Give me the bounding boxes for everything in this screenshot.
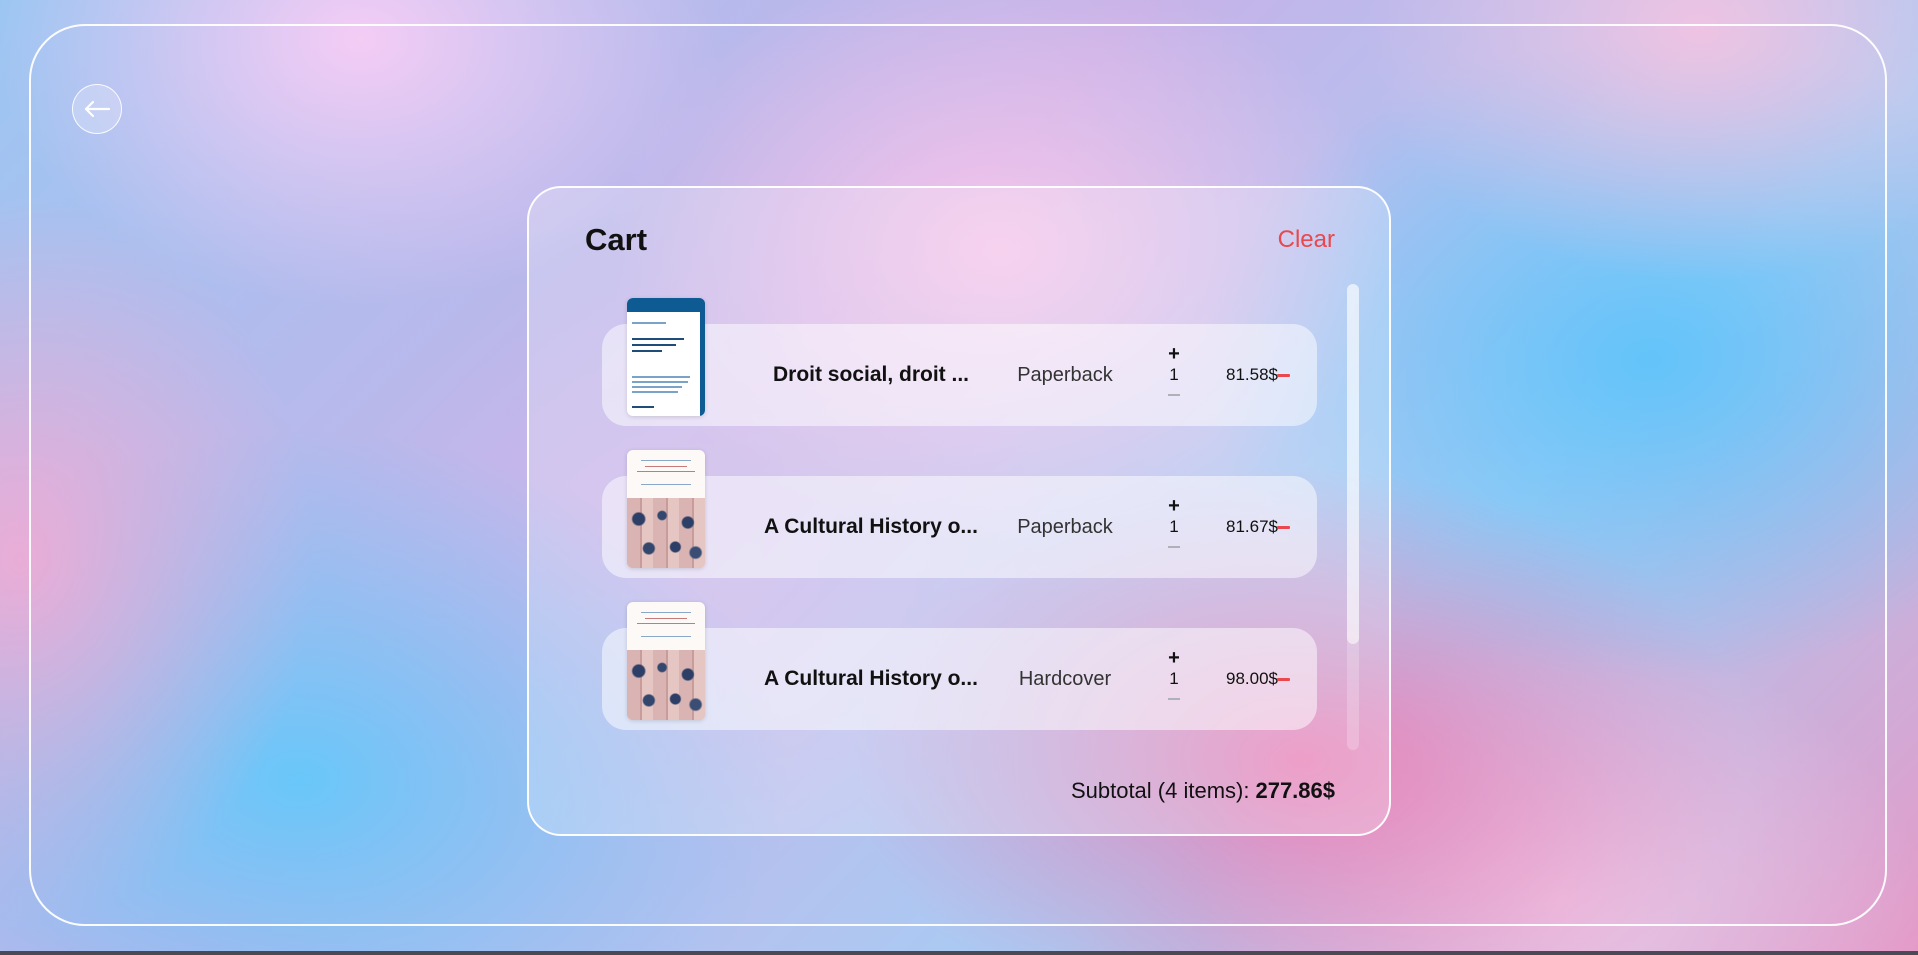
increase-quantity-button[interactable]: + — [1164, 648, 1184, 668]
minus-icon — [1276, 373, 1290, 377]
back-button[interactable] — [72, 84, 122, 134]
item-format: Paperback — [1017, 364, 1113, 386]
increase-quantity-button[interactable]: + — [1164, 496, 1184, 516]
remove-item-button[interactable] — [1272, 516, 1294, 538]
book-cover-image — [627, 450, 705, 568]
subtotal-label: Subtotal (4 items): — [1070, 778, 1250, 803]
item-format: Hardcover — [1018, 668, 1112, 690]
cart-item: Droit social, droit ... Paperback + 1 81… — [602, 298, 1317, 426]
item-title[interactable]: A Cultural History o... — [752, 476, 990, 578]
remove-item-button[interactable] — [1272, 668, 1294, 690]
item-title[interactable]: Droit social, droit ... — [752, 324, 990, 426]
book-cover-image — [627, 602, 705, 720]
decrease-quantity-button[interactable] — [1168, 698, 1180, 700]
item-price: 81.58$ — [1226, 365, 1278, 384]
item-price: 81.67$ — [1226, 517, 1278, 536]
cart-panel: Cart Clear Droit social, droit ... Paper… — [527, 186, 1391, 836]
increase-quantity-button[interactable]: + — [1164, 344, 1184, 364]
remove-item-button[interactable] — [1272, 364, 1294, 386]
minus-icon — [1276, 677, 1290, 681]
cart-title: Cart — [585, 222, 648, 257]
scrollbar-thumb[interactable] — [1347, 284, 1359, 644]
cart-scrollbar[interactable] — [1347, 284, 1359, 750]
item-quantity: 1 — [1169, 517, 1179, 536]
decrease-quantity-button[interactable] — [1168, 546, 1180, 548]
decrease-quantity-button[interactable] — [1168, 394, 1180, 396]
minus-icon — [1276, 525, 1290, 529]
item-quantity: 1 — [1169, 365, 1179, 384]
subtotal-amount: 277.86$ — [1255, 778, 1335, 803]
cart-item: A Cultural History o... Hardcover + 1 98… — [602, 602, 1317, 730]
book-cover-image — [627, 298, 705, 416]
item-format: Paperback — [1017, 516, 1113, 538]
cart-item: A Cultural History o... Paperback + 1 81… — [602, 450, 1317, 578]
arrow-left-icon — [84, 100, 111, 118]
item-title[interactable]: A Cultural History o... — [752, 628, 990, 730]
item-quantity: 1 — [1169, 669, 1179, 688]
bottom-edge — [0, 951, 1918, 955]
subtotal: Subtotal (4 items): 277.86$ — [1071, 778, 1335, 804]
clear-cart-button[interactable]: Clear — [1278, 226, 1335, 254]
item-price: 98.00$ — [1226, 669, 1278, 688]
